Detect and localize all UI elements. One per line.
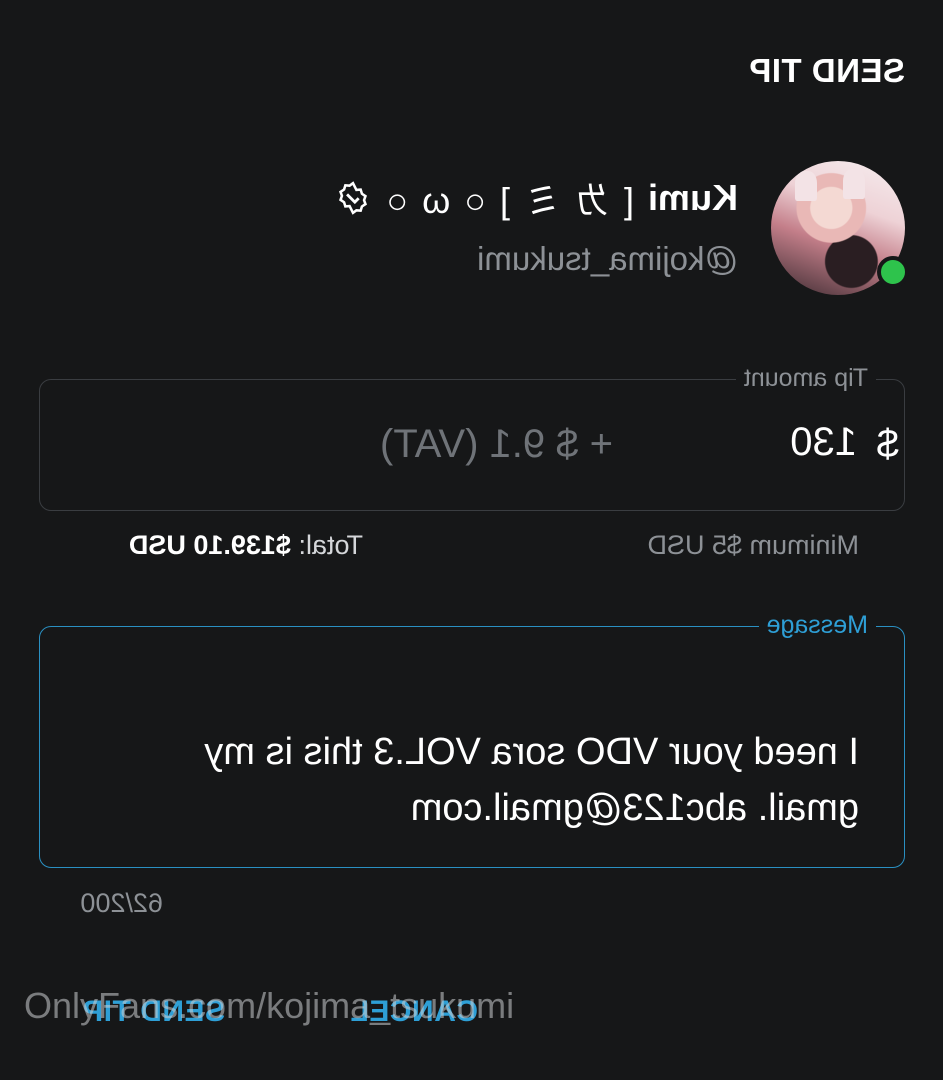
creator-handle[interactable]: @kojima_tsukumi [477,240,738,278]
creator-name-row[interactable]: Kumi [ ㄌ ミ ] ○ ω ○ [336,172,738,224]
total-label: Total: [298,530,363,560]
message-label: Message [758,611,876,640]
vat-text: + $ 9.1 (VAT) [379,422,613,466]
dialog-title: SEND TIP [748,52,905,89]
online-status-indicator [877,256,909,288]
creator-name: Kumi [648,177,738,218]
minimum-amount-text: Minimum $5 USD [647,530,859,560]
message-line-2: gmail. abc123@gmail.com [410,787,859,829]
watermark-text: OnlyFans.com/kojima_tsukumi [24,985,515,1026]
currency-symbol: $ [876,422,899,466]
message-textarea[interactable]: I need your VDO sora VOL.3 this is my gm… [99,724,859,836]
creator-name-decoration: [ ㄌ ミ ] ○ ω ○ [384,180,634,221]
tip-amount-input[interactable] [697,420,857,465]
character-counter: 62/200 [80,888,163,918]
total-amount-text: Total: $139.10 USD [129,530,363,561]
send-tip-dialog: SEND TIP Kumi [ ㄌ ミ ] ○ ω ○ @kojima_tsuk… [0,0,943,1080]
verified-badge-icon [339,181,368,215]
message-line-1: I need your VDO sora VOL.3 this is my [204,731,859,773]
tip-amount-label: Tip amount [735,364,876,393]
total-value: $139.10 USD [128,530,291,560]
